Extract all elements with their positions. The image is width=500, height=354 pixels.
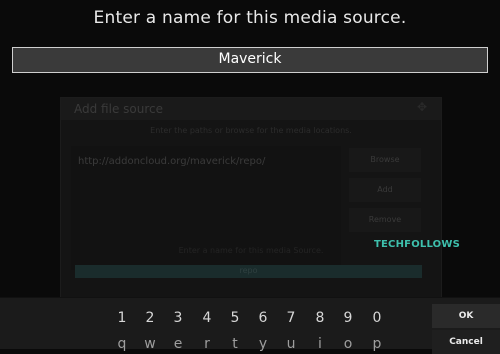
- source-path-url: http://addoncloud.org/maverick/repo/: [78, 156, 266, 167]
- on-screen-keyboard: 1 2 3 4 5 6 7 8 9 0 q w e r t y u i o p …: [0, 297, 500, 354]
- key-1[interactable]: 1: [112, 310, 132, 326]
- ok-button[interactable]: OK: [432, 304, 500, 328]
- kodi-logo-icon: ✥: [417, 100, 428, 114]
- key-y[interactable]: y: [253, 336, 273, 352]
- key-5[interactable]: 5: [225, 310, 245, 326]
- add-file-source-dialog: Add file source ✥ Enter the paths or bro…: [60, 97, 442, 299]
- key-o[interactable]: o: [338, 336, 358, 352]
- key-9[interactable]: 9: [338, 310, 358, 326]
- dialog-subtitle: Enter the paths or browse for the media …: [150, 126, 352, 135]
- key-p[interactable]: p: [367, 336, 387, 352]
- key-q[interactable]: q: [112, 336, 132, 352]
- key-w[interactable]: w: [140, 336, 160, 352]
- remove-button: Remove: [349, 208, 421, 232]
- key-6[interactable]: 6: [253, 310, 273, 326]
- browse-button: Browse: [349, 148, 421, 172]
- cancel-button[interactable]: Cancel: [432, 330, 500, 354]
- media-source-name-input[interactable]: Maverick: [12, 47, 488, 73]
- key-u[interactable]: u: [281, 336, 301, 352]
- key-i[interactable]: i: [310, 336, 330, 352]
- key-t[interactable]: t: [225, 336, 245, 352]
- dialog-title: Add file source: [74, 102, 163, 116]
- techfollows-watermark: TECHFOLLOWS: [374, 239, 461, 250]
- add-button: Add: [349, 178, 421, 202]
- key-0[interactable]: 0: [367, 310, 387, 326]
- key-8[interactable]: 8: [310, 310, 330, 326]
- key-e[interactable]: e: [168, 336, 188, 352]
- key-4[interactable]: 4: [197, 310, 217, 326]
- key-7[interactable]: 7: [281, 310, 301, 326]
- keyboard-prompt: Enter a name for this media source.: [93, 8, 407, 28]
- source-name-value: repo: [239, 266, 258, 275]
- key-r[interactable]: r: [197, 336, 217, 352]
- key-2[interactable]: 2: [140, 310, 160, 326]
- key-3[interactable]: 3: [168, 310, 188, 326]
